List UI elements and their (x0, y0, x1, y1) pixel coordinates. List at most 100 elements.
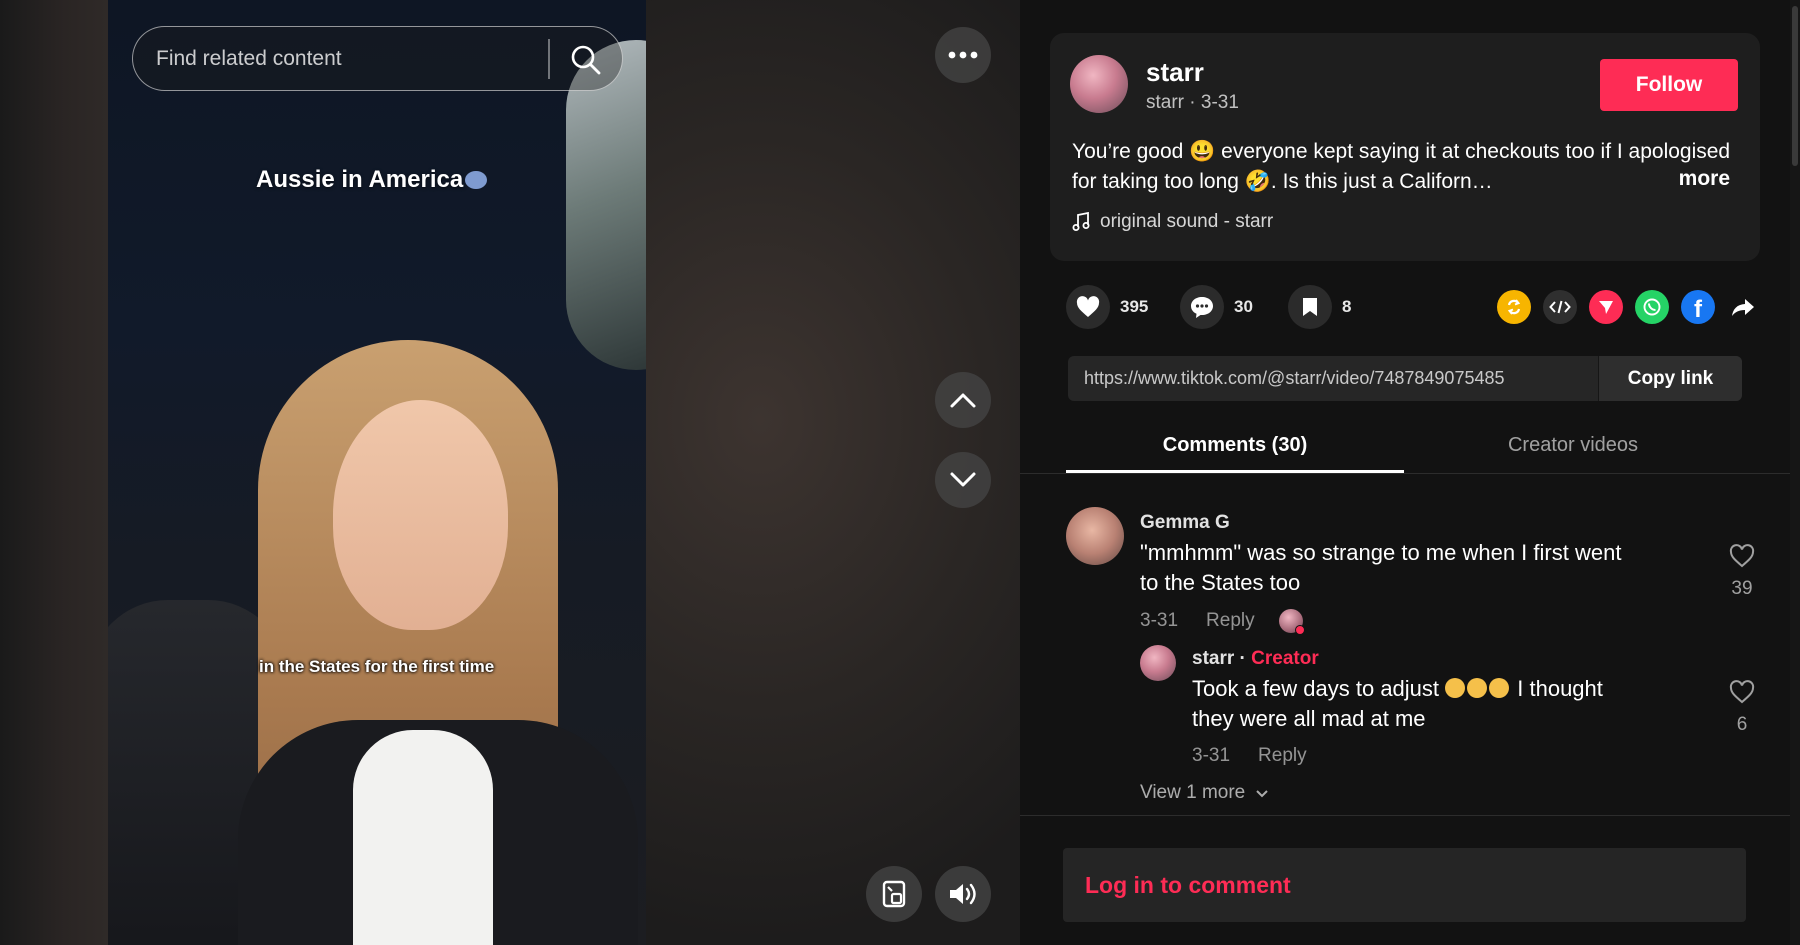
search-icon[interactable] (569, 43, 603, 77)
post-date: 3-31 (1200, 92, 1239, 113)
author-name[interactable]: starr (1146, 57, 1204, 88)
comment-text: "mmhmm" was so strange to me when I firs… (1140, 538, 1621, 598)
reply-reply-button[interactable]: Reply (1258, 745, 1307, 767)
video-stage: Find related content Aussie in America i… (0, 0, 1020, 945)
search-divider (548, 39, 550, 79)
author-subline: starr · 3-31 (1146, 92, 1239, 113)
comment-avatar[interactable] (1066, 507, 1124, 565)
reply-text-line-1: Took a few days to adjust I thought (1192, 674, 1603, 704)
like-count: 395 (1120, 297, 1149, 316)
reply-avatar[interactable] (1140, 645, 1176, 681)
video-description: You’re good 😃 everyone kept saying it at… (1072, 140, 1731, 193)
reply-like-count: 6 (1736, 714, 1748, 735)
video-player[interactable] (108, 0, 646, 945)
login-to-comment-link[interactable]: Log in to comment (1085, 872, 1291, 899)
reply-text-line-2: they were all mad at me (1192, 706, 1426, 731)
facebook-icon[interactable]: f (1681, 290, 1715, 324)
embed-icon[interactable] (1543, 290, 1577, 324)
laughing-emoji-icon (1467, 678, 1488, 698)
share-arrow-icon[interactable] (1726, 290, 1760, 324)
reply-separator: · (1234, 648, 1252, 669)
blurred-background-left (0, 0, 108, 945)
action-bar: 395 30 8 f (1066, 285, 1754, 329)
view-more-label: View 1 more (1140, 782, 1246, 803)
comment-like-count: 39 (1731, 578, 1753, 599)
mini-player-icon (882, 880, 906, 908)
follow-button[interactable]: Follow (1600, 59, 1738, 111)
heart-outline-icon[interactable] (1729, 544, 1755, 568)
panel-tabs: Comments (30) Creator videos (1020, 420, 1790, 474)
reply-date: 3-31 (1192, 745, 1231, 766)
person-shirt (353, 730, 493, 945)
heart-outline-icon[interactable] (1729, 680, 1755, 704)
more-options-button[interactable] (935, 27, 991, 83)
view-more-replies[interactable]: View 1 more (1140, 782, 1269, 804)
search-bar[interactable]: Find related content (132, 26, 623, 91)
comment-button[interactable] (1180, 285, 1224, 329)
panel-scrollbar[interactable] (1790, 0, 1800, 945)
creator-badge: Creator (1251, 648, 1319, 669)
reply-text: Took a few days to adjust I thought they… (1192, 674, 1603, 734)
reply-text-end: I thought (1511, 676, 1603, 701)
copy-link-button[interactable]: Copy link (1598, 356, 1742, 401)
comment-action[interactable]: 30 (1180, 285, 1253, 329)
volume-icon (950, 883, 976, 905)
description-more-link[interactable]: more (1679, 167, 1730, 191)
heart-icon (1076, 296, 1100, 317)
speaking-head-emoji-icon (465, 171, 488, 189)
comment-like[interactable]: 39 (1722, 544, 1762, 600)
bookmark-button[interactable] (1288, 285, 1332, 329)
caption-title-text: Aussie in America (256, 166, 464, 193)
chevron-down-icon (950, 472, 976, 487)
laughing-emoji-icon (1445, 678, 1466, 698)
comment-text-line-2: to the States too (1140, 570, 1301, 595)
reply-username-line: starr · Creator (1192, 648, 1319, 670)
ellipsis-icon (948, 51, 978, 59)
comment-bubble-icon (1191, 297, 1213, 318)
scrollbar-thumb[interactable] (1792, 6, 1798, 166)
details-panel: starr starr · 3-31 Follow You’re good 😃 … (1020, 0, 1800, 945)
comment-count: 30 (1234, 297, 1253, 316)
whatsapp-icon[interactable] (1635, 290, 1669, 324)
search-input[interactable]: Find related content (156, 47, 342, 71)
author-avatar[interactable] (1070, 55, 1128, 113)
person-face (333, 400, 508, 630)
next-video-button[interactable] (935, 452, 991, 508)
volume-button[interactable] (935, 866, 991, 922)
video-caption-title: Aussie in America (256, 166, 488, 194)
like-button[interactable] (1066, 285, 1110, 329)
reply-text-start: Took a few days to adjust (1192, 676, 1440, 701)
comment-date: 3-31 (1140, 610, 1179, 631)
active-tab-indicator (1066, 470, 1404, 473)
previous-video-button[interactable] (935, 372, 991, 428)
reply-username[interactable]: starr (1192, 648, 1234, 669)
chevron-down-icon (1256, 789, 1268, 797)
like-action[interactable]: 395 (1066, 285, 1148, 329)
creator-liked-avatar (1278, 609, 1305, 635)
video-url[interactable]: https://www.tiktok.com/@starr/video/7487… (1084, 368, 1584, 389)
reply-like[interactable]: 6 (1722, 680, 1762, 736)
reply-meta: 3-31 Reply (1192, 745, 1307, 767)
divider (1020, 815, 1790, 816)
sound-name: original sound - starr (1100, 211, 1274, 232)
bookmark-icon (1303, 298, 1317, 316)
save-action[interactable]: 8 (1288, 285, 1351, 329)
video-link-bar: https://www.tiktok.com/@starr/video/7487… (1068, 356, 1742, 401)
repost-icon[interactable] (1497, 290, 1531, 324)
comment-username[interactable]: Gemma G (1140, 512, 1230, 534)
comment-reply-button[interactable]: Reply (1206, 610, 1255, 632)
laughing-emoji-icon (1489, 678, 1510, 698)
mini-player-button[interactable] (866, 866, 922, 922)
tab-comments[interactable]: Comments (30) (1066, 434, 1404, 457)
chevron-up-icon (950, 393, 976, 408)
tab-creator-videos[interactable]: Creator videos (1404, 434, 1742, 457)
comment-meta: 3-31 Reply (1140, 609, 1305, 635)
video-subtitle: in the States for the first time (259, 657, 495, 676)
send-icon[interactable] (1589, 290, 1623, 324)
author-handle: starr (1146, 92, 1184, 113)
comment-text-line-1: "mmhmm" was so strange to me when I firs… (1140, 540, 1622, 565)
login-to-comment-box[interactable]: Log in to comment (1063, 848, 1746, 922)
author-card: starr starr · 3-31 Follow You’re good 😃 … (1050, 33, 1760, 261)
sound-link[interactable]: original sound - starr (1072, 211, 1273, 233)
music-note-icon (1072, 212, 1090, 231)
